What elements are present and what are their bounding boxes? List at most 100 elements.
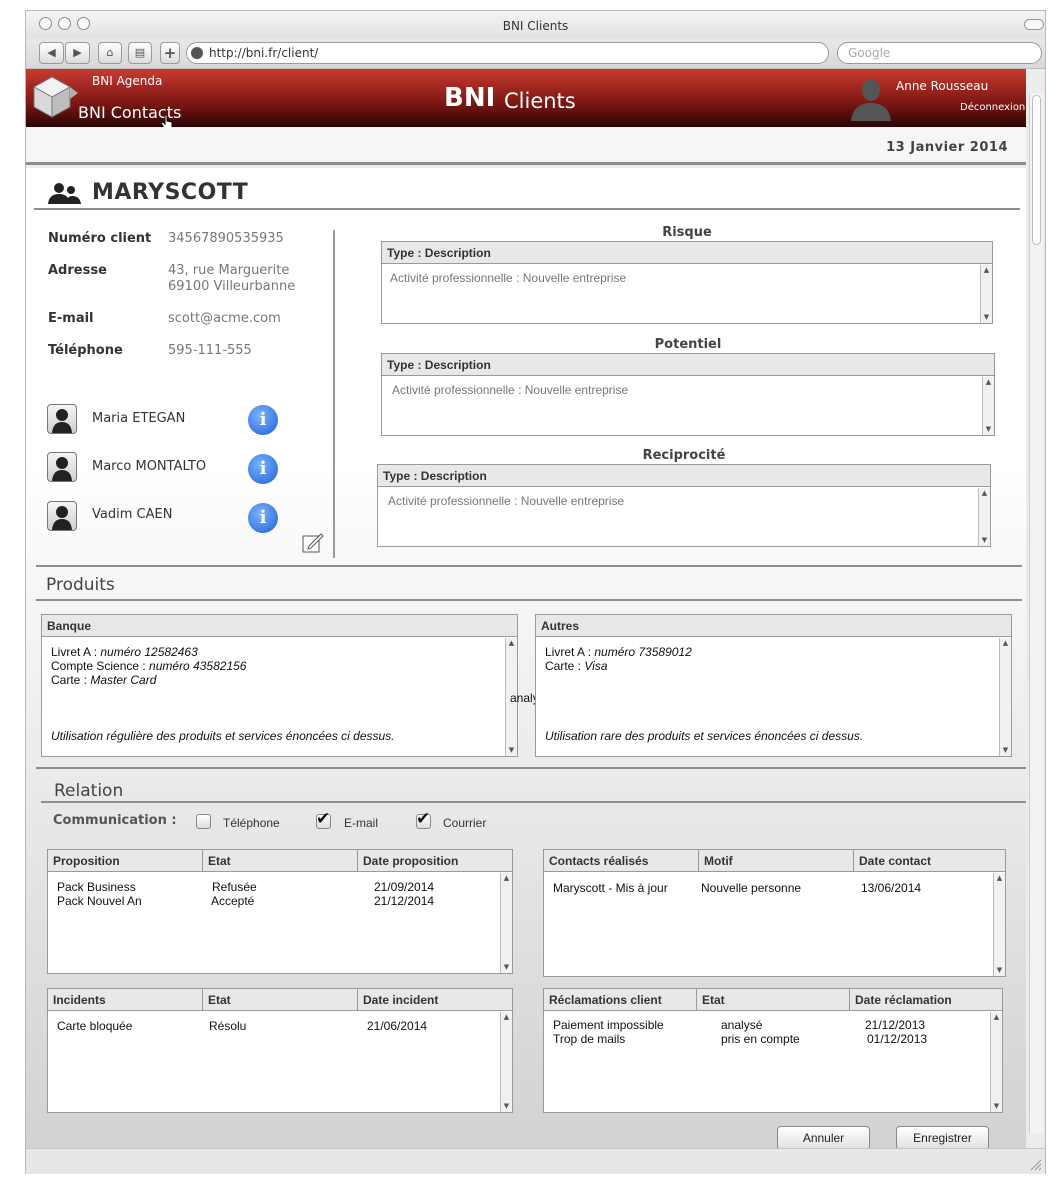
column-header[interactable]: Etat bbox=[697, 989, 850, 1011]
potential-box-scrollbar[interactable]: ▲ ▼ bbox=[982, 377, 994, 435]
contacts-table[interactable]: Contacts réalisés Motif Date contact Mar… bbox=[543, 849, 1006, 977]
incidents-scrollbar[interactable]: ▲ ▼ bbox=[500, 1012, 512, 1112]
scroll-down-icon[interactable]: ▼ bbox=[506, 745, 517, 756]
product-value: Visa bbox=[584, 659, 608, 673]
scroll-down-icon[interactable]: ▼ bbox=[501, 962, 512, 973]
nav-agenda-link[interactable]: BNI Agenda bbox=[92, 74, 162, 88]
other-products-scrollbar[interactable]: ▲ ▼ bbox=[999, 638, 1011, 756]
save-button[interactable]: Enregistrer bbox=[896, 1126, 989, 1150]
contact-info-icon[interactable]: i bbox=[248, 454, 278, 484]
incidents-table-header: Incidents Etat Date incident bbox=[48, 989, 512, 1011]
scroll-down-icon[interactable]: ▼ bbox=[983, 424, 994, 435]
risk-box[interactable]: Type : Description Activité professionne… bbox=[381, 241, 993, 324]
resize-grip-icon[interactable] bbox=[1030, 1159, 1042, 1171]
column-header[interactable]: Proposition bbox=[48, 850, 203, 872]
contact-name[interactable]: Maria ETEGAN bbox=[92, 411, 185, 426]
phone-label: Téléphone bbox=[48, 343, 123, 358]
add-bookmark-button[interactable]: + bbox=[160, 42, 180, 64]
proposals-table[interactable]: Proposition Etat Date proposition Pack B… bbox=[47, 849, 513, 974]
scroll-down-icon[interactable]: ▼ bbox=[1000, 745, 1011, 756]
table-cell: pris en compte bbox=[721, 1032, 800, 1046]
column-header[interactable]: Date incident bbox=[358, 989, 513, 1011]
globe-icon bbox=[191, 47, 203, 59]
cancel-button[interactable]: Annuler bbox=[777, 1126, 870, 1150]
scrollbar-thumb[interactable] bbox=[1032, 95, 1041, 245]
contacts-scrollbar[interactable]: ▲ ▼ bbox=[993, 873, 1005, 976]
column-header[interactable]: Date contact bbox=[854, 850, 1006, 872]
phone-checkbox[interactable] bbox=[196, 814, 211, 829]
scroll-down-icon[interactable]: ▼ bbox=[994, 965, 1005, 976]
scroll-up-icon[interactable]: ▲ bbox=[506, 638, 517, 649]
edit-icon[interactable] bbox=[302, 532, 324, 554]
client-number-value: 34567890535935 bbox=[168, 231, 284, 246]
table-cell: 21/12/2013 bbox=[865, 1018, 926, 1032]
other-products-box[interactable]: Autres Livret A : numéro 73589012 Carte … bbox=[535, 614, 1012, 757]
communication-label: Communication : bbox=[53, 813, 177, 828]
scroll-up-icon[interactable]: ▲ bbox=[994, 873, 1005, 884]
forward-button[interactable]: ▶ bbox=[65, 42, 90, 64]
complaints-table[interactable]: Réclamations client Etat Date réclamatio… bbox=[543, 988, 1003, 1113]
scroll-up-icon[interactable]: ▲ bbox=[501, 873, 512, 884]
home-button[interactable]: ⌂ bbox=[98, 42, 122, 64]
contact-info-icon[interactable]: i bbox=[248, 503, 278, 533]
table-cell: 01/12/2013 bbox=[867, 1032, 928, 1046]
checkmark-icon: ✔ bbox=[416, 809, 431, 829]
table-cell: Refusée bbox=[212, 880, 257, 894]
complaints-scrollbar[interactable]: ▲ ▼ bbox=[990, 1012, 1002, 1112]
column-header[interactable]: Etat bbox=[203, 850, 358, 872]
table-cell: analysé bbox=[721, 1018, 763, 1032]
scroll-up-icon[interactable]: ▲ bbox=[981, 265, 992, 276]
email-label: E-mail bbox=[48, 311, 94, 326]
column-header[interactable]: Etat bbox=[203, 989, 358, 1011]
column-header[interactable]: Motif bbox=[699, 850, 854, 872]
incidents-table[interactable]: Incidents Etat Date incident Carte bloqu… bbox=[47, 988, 513, 1113]
cube-logo-icon bbox=[32, 76, 78, 118]
search-input[interactable]: Google bbox=[837, 42, 1042, 64]
contact-name[interactable]: Vadim CAEN bbox=[92, 507, 172, 522]
table-cell: Trop de mails bbox=[553, 1032, 626, 1046]
table-cell: Carte bloquée bbox=[57, 1019, 133, 1033]
potential-box[interactable]: Type : Description Activité professionne… bbox=[381, 353, 995, 436]
phone-value: 595-111-555 bbox=[168, 343, 252, 358]
reciprocity-box-scrollbar[interactable]: ▲ ▼ bbox=[978, 488, 990, 546]
risk-box-scrollbar[interactable]: ▲ ▼ bbox=[980, 265, 992, 323]
scroll-down-icon[interactable]: ▼ bbox=[991, 1101, 1002, 1112]
scroll-down-icon[interactable]: ▼ bbox=[979, 535, 990, 546]
products-section-title: Produits bbox=[46, 575, 115, 595]
column-header[interactable]: Incidents bbox=[48, 989, 203, 1011]
product-value: numéro 73589012 bbox=[594, 645, 692, 659]
contact-avatar-icon bbox=[47, 404, 77, 434]
product-label: Carte : bbox=[545, 659, 585, 673]
scroll-down-icon[interactable]: ▼ bbox=[981, 312, 992, 323]
potential-box-header: Type : Description bbox=[382, 354, 994, 376]
column-header[interactable]: Réclamations client bbox=[544, 989, 697, 1011]
scroll-up-icon[interactable]: ▲ bbox=[979, 488, 990, 499]
column-header[interactable]: Date réclamation bbox=[850, 989, 1003, 1011]
other-product-line: Carte : Visa bbox=[545, 659, 608, 673]
scroll-up-icon[interactable]: ▲ bbox=[501, 1012, 512, 1023]
users-icon bbox=[48, 183, 81, 204]
contact-name[interactable]: Marco MONTALTO bbox=[92, 459, 206, 474]
back-button[interactable]: ◀ bbox=[39, 42, 64, 64]
contact-info-icon[interactable]: i bbox=[248, 405, 278, 435]
url-input[interactable]: http://bni.fr/client/ bbox=[186, 42, 829, 64]
scroll-down-icon[interactable]: ▼ bbox=[501, 1101, 512, 1112]
home-icon: ⌂ bbox=[106, 46, 114, 59]
logout-link[interactable]: Déconnexion bbox=[960, 102, 1025, 113]
proposals-scrollbar[interactable]: ▲ ▼ bbox=[500, 873, 512, 973]
toolbar-toggle-button[interactable] bbox=[1024, 19, 1044, 30]
column-header[interactable]: Date proposition bbox=[358, 850, 513, 872]
reciprocity-box[interactable]: Type : Description Activité professionne… bbox=[377, 464, 991, 547]
search-placeholder: Google bbox=[848, 46, 891, 60]
mail-checkbox-label: Courrier bbox=[443, 816, 487, 830]
other-products-note: Utilisation rare des produits et service… bbox=[545, 729, 864, 743]
print-button[interactable]: ▤ bbox=[128, 42, 152, 64]
scroll-up-icon[interactable]: ▲ bbox=[983, 377, 994, 388]
divider bbox=[41, 801, 1026, 803]
bank-products-box[interactable]: Banque Livret A : numéro 12582463 Compte… bbox=[41, 614, 518, 757]
scroll-up-icon[interactable]: ▲ bbox=[1000, 638, 1011, 649]
scroll-up-icon[interactable]: ▲ bbox=[991, 1012, 1002, 1023]
column-header[interactable]: Contacts réalisés bbox=[544, 850, 699, 872]
other-products-header: Autres bbox=[536, 615, 1011, 637]
page-scrollbar[interactable] bbox=[1029, 93, 1043, 1133]
